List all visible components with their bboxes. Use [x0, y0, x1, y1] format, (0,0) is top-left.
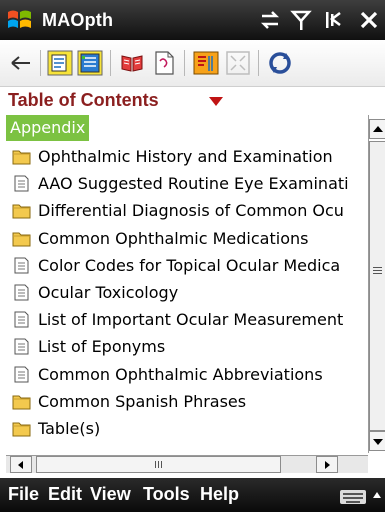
scroll-up-button[interactable] [369, 119, 385, 139]
volume-icon[interactable] [322, 8, 346, 32]
vertical-scroll-thumb[interactable] [369, 141, 385, 431]
folder-icon [12, 230, 31, 247]
signal-icon[interactable] [290, 8, 312, 32]
menu-tools[interactable]: Tools [143, 484, 190, 505]
list-item[interactable]: Common Ophthalmic Abbreviations [6, 361, 368, 388]
list-item[interactable]: List of Eponyms [6, 333, 368, 360]
book-icon[interactable] [118, 49, 146, 77]
note-page-icon[interactable] [150, 49, 178, 77]
list-item-label: Common Ophthalmic Medications [38, 228, 309, 248]
list-item-label: Ocular Toxicology [38, 283, 179, 302]
document-icon [12, 175, 31, 192]
toolbar-divider [258, 50, 259, 76]
windows-start-icon[interactable] [6, 7, 34, 33]
list-item[interactable]: AAO Suggested Routine Eye Examinati [6, 170, 368, 197]
list-item-label: Ophthalmic History and Examination [38, 147, 333, 166]
toc-list: Appendix Ophthalmic History and Examinat… [6, 115, 368, 453]
horizontal-scroll-thumb[interactable] [36, 456, 281, 473]
scroll-down-button[interactable] [369, 431, 385, 451]
toolbar-divider [110, 50, 111, 76]
list-item[interactable]: Differential Diagnosis of Common Ocu [6, 197, 368, 224]
list-item[interactable]: Ophthalmic History and Examination [6, 143, 368, 170]
list-item[interactable]: Common Ophthalmic Medications [6, 225, 368, 252]
document-icon [12, 284, 31, 301]
folder-icon [12, 148, 31, 165]
toc-view-icon[interactable] [46, 49, 74, 77]
toolbar-divider [40, 50, 41, 76]
list-item[interactable]: Color Codes for Topical Ocular Medica [6, 252, 368, 279]
vertical-scrollbar[interactable] [368, 115, 385, 453]
sync-icon[interactable] [266, 49, 294, 77]
selected-item[interactable]: Appendix [6, 115, 90, 141]
keyboard-icon[interactable] [340, 490, 366, 504]
list-item-label: Common Ophthalmic Abbreviations [38, 364, 323, 384]
scroll-right-button[interactable] [316, 456, 338, 473]
menu-edit[interactable]: Edit [48, 484, 82, 505]
document-icon [12, 338, 31, 355]
list-item[interactable]: List of Important Ocular Measurement [6, 306, 368, 333]
close-icon[interactable] [358, 8, 380, 32]
list-item-label: Table(s) [38, 419, 101, 438]
back-arrow-icon[interactable] [8, 49, 36, 77]
link-icon[interactable] [192, 49, 220, 77]
list-item[interactable]: Table(s) [6, 415, 368, 442]
list-item-label: AAO Suggested Routine Eye Examinati [38, 174, 349, 194]
sip-arrow-icon[interactable] [373, 492, 381, 498]
app-title: MAOpth [42, 10, 114, 30]
folder-icon [12, 202, 31, 219]
document-icon [12, 366, 31, 383]
scroll-left-button[interactable] [10, 456, 32, 473]
list-item-label: Color Codes for Topical Ocular Medica [38, 255, 341, 275]
list-item[interactable]: Common Spanish Phrases [6, 388, 368, 415]
dropdown-arrow-icon[interactable] [209, 97, 223, 106]
menu-help[interactable]: Help [200, 484, 239, 505]
menu-view[interactable]: View [90, 484, 131, 505]
list-item-label: Differential Diagnosis of Common Ocu [38, 201, 344, 221]
toc-heading[interactable]: Table of Contents [8, 90, 159, 111]
menu-bar: File Edit View Tools Help [0, 478, 385, 512]
list-item-label: Common Spanish Phrases [38, 391, 247, 411]
fullscreen-icon[interactable] [224, 49, 252, 77]
list-view-icon[interactable] [76, 49, 104, 77]
document-icon [12, 311, 31, 328]
connectivity-icon[interactable] [258, 8, 282, 32]
document-icon [12, 257, 31, 274]
horizontal-scrollbar[interactable] [6, 455, 368, 473]
title-bar: MAOpth [0, 0, 385, 40]
folder-icon [12, 393, 31, 410]
folder-icon [12, 420, 31, 437]
toolbar-divider [184, 50, 185, 76]
toolbar [0, 40, 385, 87]
menu-file[interactable]: File [8, 484, 39, 505]
list-item[interactable]: Ocular Toxicology [6, 279, 368, 306]
list-item-label: List of Important Ocular Measurement [38, 310, 344, 330]
list-item-label: List of Eponyms [38, 337, 166, 357]
